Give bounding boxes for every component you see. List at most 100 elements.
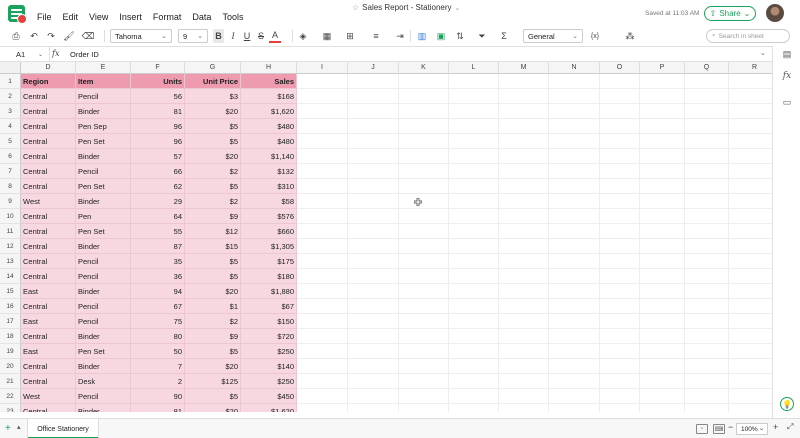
align-icon[interactable]: ≡ bbox=[370, 29, 382, 43]
empty-cell[interactable] bbox=[499, 404, 549, 412]
empty-cell[interactable] bbox=[348, 359, 399, 374]
empty-cell[interactable] bbox=[685, 404, 729, 412]
empty-cell[interactable] bbox=[640, 359, 685, 374]
filter-icon[interactable]: ⏷ bbox=[476, 29, 488, 43]
empty-cell[interactable] bbox=[348, 194, 399, 209]
redo-icon[interactable]: ↷ bbox=[45, 29, 57, 43]
empty-cell[interactable] bbox=[297, 224, 348, 239]
empty-cell[interactable] bbox=[297, 374, 348, 389]
empty-cell[interactable] bbox=[499, 149, 549, 164]
empty-cell[interactable] bbox=[297, 164, 348, 179]
column-header-n[interactable]: N bbox=[549, 62, 600, 74]
empty-cell[interactable] bbox=[399, 344, 449, 359]
empty-cell[interactable] bbox=[685, 314, 729, 329]
empty-cell[interactable] bbox=[549, 89, 600, 104]
empty-cell[interactable] bbox=[348, 374, 399, 389]
table-cell[interactable]: $576 bbox=[241, 209, 297, 224]
empty-cell[interactable] bbox=[685, 254, 729, 269]
empty-cell[interactable] bbox=[729, 224, 772, 239]
table-cell[interactable]: 66 bbox=[131, 164, 185, 179]
table-cell[interactable]: $20 bbox=[185, 104, 241, 119]
empty-cell[interactable] bbox=[348, 164, 399, 179]
table-cell[interactable]: $250 bbox=[241, 374, 297, 389]
empty-cell[interactable] bbox=[549, 329, 600, 344]
select-all-corner[interactable] bbox=[0, 62, 21, 74]
empty-cell[interactable] bbox=[399, 74, 449, 89]
table-cell[interactable]: $9 bbox=[185, 329, 241, 344]
empty-cell[interactable] bbox=[348, 404, 399, 412]
empty-cell[interactable] bbox=[729, 164, 772, 179]
table-cell[interactable]: East bbox=[21, 284, 76, 299]
table-cell[interactable]: 81 bbox=[131, 404, 185, 412]
table-cell[interactable]: 96 bbox=[131, 134, 185, 149]
column-header-i[interactable]: I bbox=[297, 62, 348, 74]
empty-cell[interactable] bbox=[399, 209, 449, 224]
empty-cell[interactable] bbox=[549, 74, 600, 89]
empty-cell[interactable] bbox=[549, 374, 600, 389]
empty-cell[interactable] bbox=[348, 239, 399, 254]
empty-cell[interactable] bbox=[297, 344, 348, 359]
font-family-select[interactable]: Tahoma ⌄ bbox=[110, 29, 172, 43]
empty-cell[interactable] bbox=[600, 74, 640, 89]
table-cell[interactable]: $125 bbox=[185, 374, 241, 389]
empty-cell[interactable] bbox=[549, 239, 600, 254]
star-icon[interactable]: ☆ bbox=[352, 3, 359, 12]
table-cell[interactable]: Pencil bbox=[76, 269, 131, 284]
empty-cell[interactable] bbox=[729, 284, 772, 299]
table-cell[interactable]: Binder bbox=[76, 239, 131, 254]
table-cell[interactable]: Pen Sep bbox=[76, 119, 131, 134]
table-cell[interactable]: Pen Set bbox=[76, 344, 131, 359]
empty-cell[interactable] bbox=[348, 284, 399, 299]
empty-cell[interactable] bbox=[348, 344, 399, 359]
table-cell[interactable]: $3 bbox=[185, 89, 241, 104]
table-cell[interactable]: 94 bbox=[131, 284, 185, 299]
table-cell[interactable]: $2 bbox=[185, 194, 241, 209]
empty-cell[interactable] bbox=[685, 239, 729, 254]
empty-cell[interactable] bbox=[549, 149, 600, 164]
spreadsheet-grid[interactable]: D E F G H I J K L M N O P Q R 1 Region Item Units Unit Pric… bbox=[0, 62, 772, 412]
empty-cell[interactable] bbox=[499, 134, 549, 149]
empty-cell[interactable] bbox=[297, 194, 348, 209]
empty-cell[interactable] bbox=[600, 284, 640, 299]
row-header[interactable]: 17 bbox=[0, 314, 21, 329]
empty-cell[interactable] bbox=[297, 209, 348, 224]
table-cell[interactable]: Binder bbox=[76, 329, 131, 344]
sum-icon[interactable]: Σ bbox=[498, 29, 510, 43]
empty-cell[interactable] bbox=[297, 404, 348, 412]
table-cell[interactable]: Pencil bbox=[76, 164, 131, 179]
functions-panel-icon[interactable]: fx bbox=[781, 70, 793, 82]
empty-cell[interactable] bbox=[729, 329, 772, 344]
format-painter-icon[interactable]: 🖌 bbox=[63, 29, 75, 43]
empty-cell[interactable] bbox=[449, 239, 499, 254]
table-cell[interactable]: Central bbox=[21, 404, 76, 412]
empty-cell[interactable] bbox=[600, 224, 640, 239]
empty-cell[interactable] bbox=[449, 254, 499, 269]
empty-cell[interactable] bbox=[729, 209, 772, 224]
formula-input[interactable]: Order ID bbox=[70, 50, 99, 59]
table-cell[interactable]: Central bbox=[21, 254, 76, 269]
table-cell[interactable]: 7 bbox=[131, 359, 185, 374]
empty-cell[interactable] bbox=[685, 104, 729, 119]
empty-cell[interactable] bbox=[600, 374, 640, 389]
empty-cell[interactable] bbox=[499, 299, 549, 314]
empty-cell[interactable] bbox=[499, 119, 549, 134]
empty-cell[interactable] bbox=[449, 329, 499, 344]
row-header[interactable]: 9 bbox=[0, 194, 21, 209]
table-cell[interactable]: 90 bbox=[131, 389, 185, 404]
table-cell[interactable]: Pencil bbox=[76, 254, 131, 269]
empty-cell[interactable] bbox=[399, 389, 449, 404]
empty-cell[interactable] bbox=[685, 269, 729, 284]
empty-cell[interactable] bbox=[449, 404, 499, 412]
table-cell[interactable]: $480 bbox=[241, 134, 297, 149]
empty-cell[interactable] bbox=[640, 254, 685, 269]
table-cell[interactable]: $5 bbox=[185, 269, 241, 284]
empty-cell[interactable] bbox=[399, 299, 449, 314]
table-cell[interactable]: $67 bbox=[241, 299, 297, 314]
table-cell[interactable]: $1,620 bbox=[241, 404, 297, 412]
empty-cell[interactable] bbox=[640, 104, 685, 119]
table-cell[interactable]: Central bbox=[21, 104, 76, 119]
row-header[interactable]: 3 bbox=[0, 104, 21, 119]
column-header-o[interactable]: O bbox=[600, 62, 640, 74]
empty-cell[interactable] bbox=[297, 299, 348, 314]
image-icon[interactable]: ▣ bbox=[435, 29, 447, 43]
